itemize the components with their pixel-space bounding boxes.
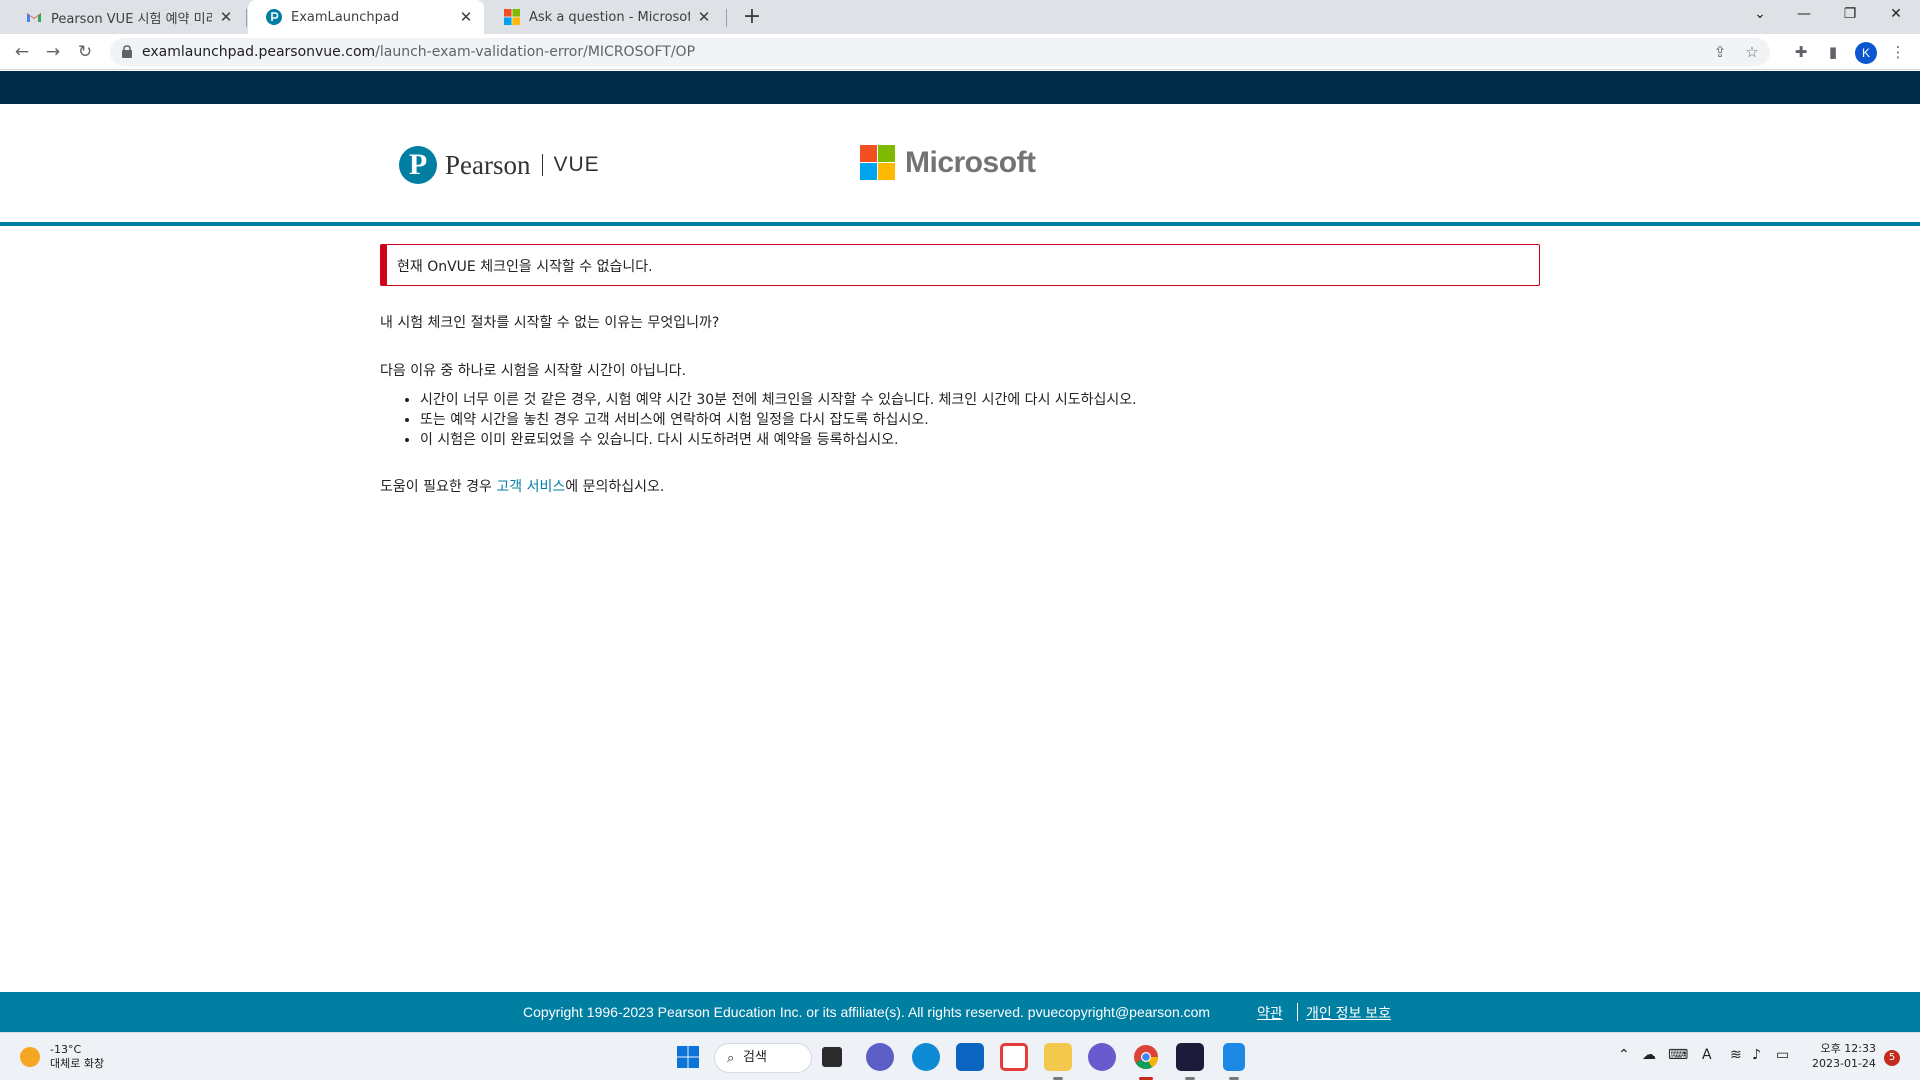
url-host: examlaunchpad.pearsonvue.com: [142, 44, 376, 60]
help-text: 도움이 필요한 경우 고객 서비스에 문의하십시오.: [380, 476, 1540, 496]
tab-title: Ask a question - Microsoft Q&A: [529, 9, 690, 25]
footer-divider: [1297, 1003, 1298, 1021]
list-item: 이 시험은 이미 완료되었을 수 있습니다. 다시 시도하려면 새 예약을 등록…: [420, 430, 1540, 450]
clock-time: 오후 12:33: [1820, 1042, 1876, 1055]
reason-list: 시간이 너무 이른 것 같은 경우, 시험 예약 시간 30분 전에 체크인을 …: [380, 390, 1540, 450]
profile-avatar[interactable]: K: [1855, 42, 1877, 64]
tab-divider: [246, 9, 247, 27]
tab-examlaunchpad[interactable]: ExamLaunchpad ✕: [248, 0, 484, 34]
ime-a-icon[interactable]: A: [1702, 1047, 1712, 1063]
teams-chat-icon[interactable]: [866, 1043, 894, 1071]
weather-sun-icon: [20, 1047, 40, 1067]
file-explorer-icon[interactable]: [1044, 1043, 1072, 1071]
volume-icon[interactable]: ♪: [1752, 1047, 1761, 1063]
privacy-link[interactable]: 개인 정보 보호: [1306, 1003, 1391, 1023]
tab-microsoft-qa[interactable]: Ask a question - Microsoft Q&A ✕: [486, 0, 722, 34]
bookmark-star-icon[interactable]: ☆: [1742, 42, 1762, 62]
side-panel-icon[interactable]: ▮: [1821, 40, 1845, 64]
onedrive-cloud-icon[interactable]: ☁: [1642, 1047, 1656, 1063]
weather-desc: 대체로 화창: [50, 1057, 105, 1070]
page-footer: Copyright 1996-2023 Pearson Education In…: [0, 992, 1920, 1032]
webex-app-icon[interactable]: [1176, 1043, 1204, 1071]
tab-gmail[interactable]: Pearson VUE 시험 예약 미리 알림 ✕: [8, 0, 244, 34]
forward-arrow-icon[interactable]: →: [41, 40, 65, 64]
tab-search-chevron-icon[interactable]: ⌄: [1738, 0, 1782, 30]
reload-icon[interactable]: ↻: [73, 40, 97, 64]
pearson-name: Pearson: [445, 149, 531, 180]
address-bar[interactable]: examlaunchpad.pearsonvue.com/launch-exam…: [110, 38, 1770, 66]
keyboard-icon[interactable]: ⌨: [1668, 1047, 1688, 1063]
battery-icon[interactable]: ▭: [1776, 1047, 1789, 1063]
chrome-icon[interactable]: [1132, 1043, 1160, 1071]
url-text[interactable]: examlaunchpad.pearsonvue.com/launch-exam…: [142, 44, 695, 60]
sync-app-icon[interactable]: [1000, 1043, 1028, 1071]
notepad-icon[interactable]: [1223, 1043, 1245, 1071]
copyright-text: Copyright 1996-2023 Pearson Education In…: [523, 1004, 1211, 1020]
vue-name: VUE: [553, 153, 600, 176]
restore-icon[interactable]: ❐: [1828, 0, 1872, 30]
windows-start-icon[interactable]: [674, 1043, 702, 1071]
minimize-icon[interactable]: —: [1782, 0, 1826, 30]
copilot-icon[interactable]: [1088, 1043, 1116, 1071]
error-alert: 현재 OnVUE 체크인을 시작할 수 없습니다.: [380, 244, 1540, 286]
close-icon[interactable]: ✕: [218, 8, 234, 26]
reason-intro: 다음 이유 중 하나로 시험을 시작할 시간이 아닙니다.: [380, 363, 687, 379]
wifi-icon[interactable]: ≋: [1730, 1047, 1742, 1063]
search-label: 검색: [743, 1050, 767, 1065]
menu-kebab-icon[interactable]: ⋮: [1886, 40, 1910, 64]
edge-browser-icon[interactable]: [912, 1043, 940, 1071]
top-brand-band: [0, 71, 1920, 104]
tab-title: Pearson VUE 시험 예약 미리 알림: [51, 11, 212, 27]
main-content: 현재 OnVUE 체크인을 시작할 수 없습니다. 내 시험 체크인 절차를 시…: [380, 244, 1540, 496]
taskbar-search[interactable]: ⌕ 검색: [714, 1043, 812, 1073]
pearson-icon: [266, 9, 282, 25]
lock-icon: [122, 45, 132, 58]
close-icon[interactable]: ✕: [458, 8, 474, 26]
list-item: 시간이 너무 이른 것 같은 경우, 시험 예약 시간 30분 전에 체크인을 …: [420, 390, 1540, 410]
search-icon: ⌕: [727, 1051, 735, 1066]
terms-link[interactable]: 약관: [1257, 1003, 1283, 1023]
share-icon[interactable]: ⇪: [1710, 42, 1730, 62]
help-prefix: 도움이 필요한 경우: [380, 479, 497, 495]
customer-service-link[interactable]: 고객 서비스: [496, 479, 565, 495]
list-item: 또는 예약 시간을 놓친 경우 고객 서비스에 연락하여 시험 일정을 다시 잡…: [420, 410, 1540, 430]
reason-question: 내 시험 체크인 절차를 시작할 수 없는 이유는 무엇입니까?: [380, 315, 720, 331]
back-arrow-icon[interactable]: ←: [10, 40, 34, 64]
task-view-icon[interactable]: [822, 1047, 842, 1067]
notification-badge[interactable]: 5: [1884, 1050, 1900, 1066]
weather-temp: -13°C: [50, 1043, 82, 1056]
tab-strip: Pearson VUE 시험 예약 미리 알림 ✕ ExamLaunchpad …: [0, 0, 1920, 34]
weather-widget[interactable]: -13°C 대체로 화창: [20, 1043, 104, 1071]
microsoft-icon: [504, 9, 520, 25]
alert-message: 현재 OnVUE 체크인을 시작할 수 없습니다.: [397, 259, 653, 275]
logo-divider: [542, 154, 544, 176]
clock-date: 2023-01-24: [1812, 1057, 1876, 1070]
extensions-puzzle-icon[interactable]: ✚: [1789, 40, 1813, 64]
tab-divider: [726, 9, 727, 27]
tab-title: ExamLaunchpad: [291, 9, 400, 25]
close-icon[interactable]: ✕: [696, 8, 712, 26]
microsoft-logo: Microsoft: [860, 145, 1036, 180]
mail-icon[interactable]: [956, 1043, 984, 1071]
pearson-logo-icon: P: [399, 146, 437, 184]
microsoft-logo-icon: [860, 145, 895, 180]
page-header: P Pearson VUE Microsoft: [0, 104, 1920, 226]
help-suffix: 에 문의하십시오.: [565, 479, 665, 495]
system-clock[interactable]: 오후 12:33 2023-01-24: [1812, 1041, 1876, 1071]
taskbar: -13°C 대체로 화창 ⌕ 검색 ⌃ ☁ ⌨ A ≋ ♪ ▭ 오후 12:33…: [0, 1032, 1920, 1080]
new-tab-button[interactable]: +: [738, 3, 766, 31]
microsoft-name: Microsoft: [905, 145, 1036, 179]
gmail-icon: [27, 13, 41, 22]
tray-chevron-up-icon[interactable]: ⌃: [1618, 1047, 1630, 1063]
window-close-icon[interactable]: ✕: [1874, 0, 1918, 30]
browser-toolbar: ← → ↻ examlaunchpad.pearsonvue.com/launc…: [0, 34, 1920, 70]
url-path: /launch-exam-validation-error/MICROSOFT/…: [375, 44, 696, 60]
pearson-vue-logo: P Pearson VUE: [399, 144, 600, 186]
